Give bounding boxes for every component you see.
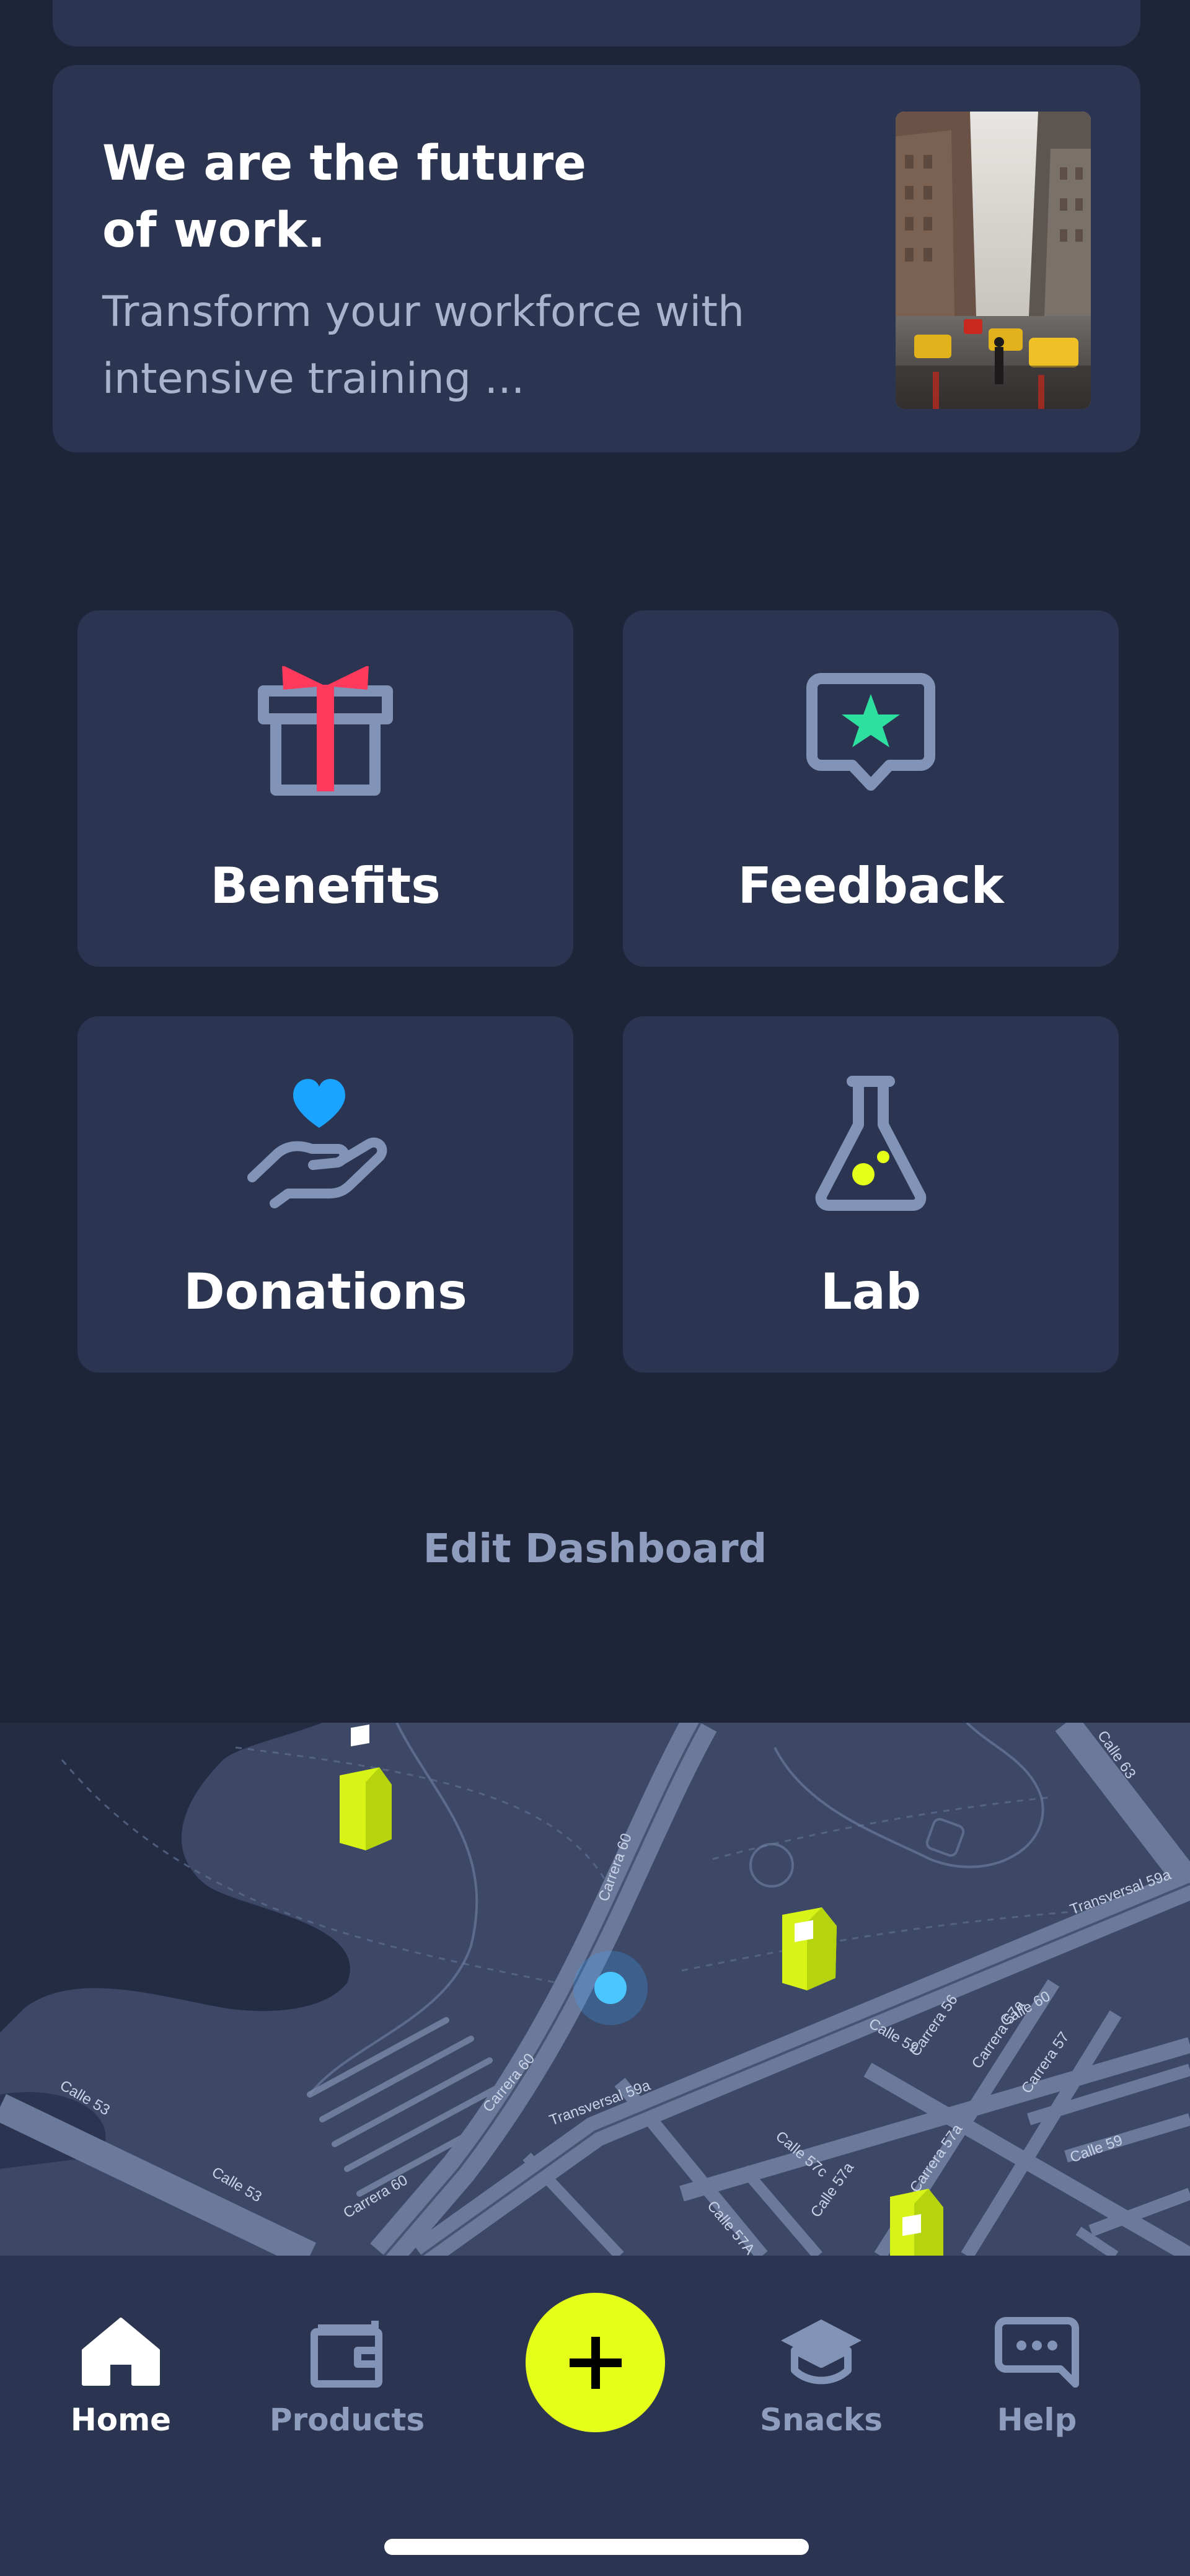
- promo-subtitle-line1: Transform your workforce with: [102, 288, 745, 336]
- feedback-tile[interactable]: Feedback: [623, 610, 1119, 967]
- add-button[interactable]: [526, 2293, 665, 2432]
- lab-tile[interactable]: Lab: [623, 1016, 1119, 1373]
- map-view[interactable]: Calle 53 Calle 53 Carrera 60 Carrera 60 …: [0, 1723, 1190, 2256]
- kiosk-marker[interactable]: [782, 1907, 837, 1990]
- current-location-dot: [594, 1972, 627, 2004]
- benefits-tile[interactable]: Benefits: [77, 610, 573, 967]
- heart-hand-icon: [77, 1072, 573, 1233]
- tab-products[interactable]: Products: [254, 2314, 440, 2438]
- wallet-icon: [311, 2321, 382, 2388]
- star-message-icon: [623, 666, 1119, 827]
- tab-help[interactable]: Help: [944, 2314, 1130, 2438]
- donations-label: Donations: [183, 1263, 467, 1321]
- promo-title: We are the future of work.: [102, 130, 598, 264]
- promo-title-line2: of work.: [102, 203, 326, 258]
- gift-icon: [77, 666, 573, 827]
- city-street-photo: [896, 112, 1091, 409]
- home-indicator: [384, 2539, 809, 2555]
- promo-subtitle-line2: intensive training ...: [102, 354, 525, 403]
- tab-snacks-label: Snacks: [760, 2402, 883, 2438]
- edit-dashboard-button[interactable]: Edit Dashboard: [0, 1521, 1190, 1577]
- tab-home-label: Home: [70, 2402, 172, 2438]
- kiosk-marker[interactable]: [890, 2189, 943, 2256]
- promo-title-line1: We are the future: [102, 136, 586, 191]
- feedback-label: Feedback: [738, 857, 1004, 915]
- lab-label: Lab: [820, 1263, 922, 1321]
- home-icon: [82, 2318, 160, 2386]
- graduation-cap-icon: [781, 2319, 862, 2385]
- tab-help-label: Help: [997, 2402, 1077, 2438]
- chat-bubble-icon: [995, 2317, 1079, 2388]
- donations-tile[interactable]: Donations: [77, 1016, 573, 1373]
- plus-icon: [569, 2336, 622, 2389]
- benefits-label: Benefits: [210, 857, 441, 915]
- promo-card[interactable]: We are the future of work. Transform you…: [53, 65, 1140, 452]
- tab-snacks[interactable]: Snacks: [728, 2314, 914, 2438]
- promo-subtitle: Transform your workforce with intensive …: [102, 279, 815, 413]
- tab-products-label: Products: [269, 2402, 425, 2438]
- flask-icon: [623, 1072, 1119, 1233]
- tab-home[interactable]: Home: [28, 2314, 214, 2438]
- previous-card[interactable]: [53, 0, 1140, 46]
